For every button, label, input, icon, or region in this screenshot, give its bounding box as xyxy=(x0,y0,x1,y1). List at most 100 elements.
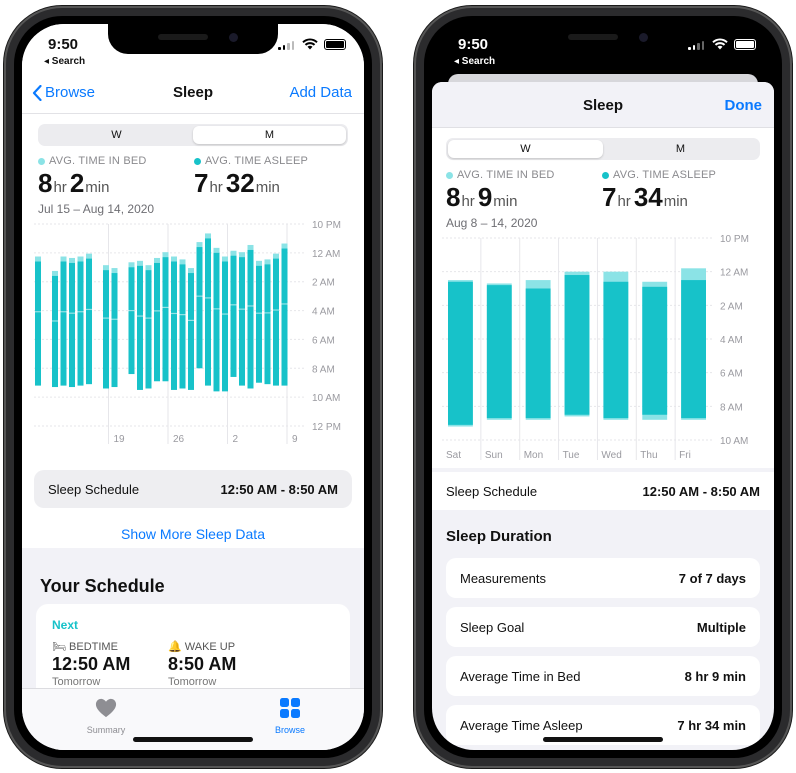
asleep-bar xyxy=(281,248,288,386)
phone-right: 9:50 ◂ Search Sleep Done W M AVG. TIME I… xyxy=(414,6,792,768)
show-more-sleep-data-link[interactable]: Show More Sleep Data xyxy=(22,526,364,542)
row-label: Average Time Asleep xyxy=(460,718,583,733)
asleep-legend-dot xyxy=(194,157,201,165)
your-schedule-heading: Your Schedule xyxy=(40,576,165,596)
tab-bar: Summary Browse xyxy=(22,688,364,750)
sleep-schedule-row[interactable]: Sleep Schedule 12:50 AM - 8:50 AM xyxy=(432,472,774,510)
asleep-bar xyxy=(77,261,84,386)
avg-asleep-label: AVG. TIME ASLEEP xyxy=(194,155,308,167)
x-tick-label: Mon xyxy=(524,450,543,461)
in-bed-legend-dot xyxy=(38,157,45,165)
awake-gap xyxy=(86,308,92,311)
awake-gap xyxy=(171,312,177,315)
wifi-icon xyxy=(302,38,318,50)
asleep-bar xyxy=(188,273,194,390)
wakeup-label: 🔔 WAKE UP xyxy=(168,641,236,653)
status-time: 9:50 xyxy=(458,36,489,53)
awake-gap xyxy=(137,315,143,317)
avg-asleep-value: 7hr 34min xyxy=(602,182,688,212)
y-tick-label: 6 AM xyxy=(720,369,743,380)
y-tick-label: 2 AM xyxy=(312,278,335,289)
asleep-bar xyxy=(103,270,109,389)
monthly-sleep-chart: 10 PM 12 AM 2 AM 4 AM 6 AM 8 AM 10 AM 12 PM 19 26… xyxy=(34,220,341,445)
awake-gap xyxy=(205,297,211,299)
segment-month[interactable]: M xyxy=(603,140,758,158)
weekly-sleep-chart: 10 PM 12 AM 2 AM 4 AM 6 AM 8 AM 10 AM Sat Sun Mon… xyxy=(442,234,749,461)
awake-gap xyxy=(196,295,203,297)
x-tick-label: Thu xyxy=(640,450,657,461)
sleep-sheet: Sleep Done W M AVG. TIME IN BED 8hr9min xyxy=(432,82,774,750)
asleep-bar xyxy=(247,249,254,389)
alarm-icon: 🔔 xyxy=(168,641,182,653)
avg-in-bed-value: 8hr 2min xyxy=(38,168,110,198)
asleep-bar xyxy=(69,262,75,388)
asleep-bar xyxy=(273,258,279,386)
avg-time-in-bed-row: Average Time in Bed 8 hr 9 min xyxy=(446,656,760,696)
tab-browse[interactable]: Browse xyxy=(250,697,330,735)
awake-gap xyxy=(179,314,186,316)
awake-gap xyxy=(128,309,135,312)
segment-week[interactable]: W xyxy=(40,126,193,144)
home-indicator[interactable] xyxy=(543,737,663,742)
y-tick-label: 2 AM xyxy=(720,301,743,312)
y-tick-label: 4 AM xyxy=(312,307,335,318)
row-value: 7 of 7 days xyxy=(678,571,746,586)
back-to-search-link[interactable]: ◂ Search xyxy=(454,56,495,67)
asleep-bar xyxy=(603,281,629,419)
row-value: Multiple xyxy=(696,620,746,635)
y-tick-label: 12 AM xyxy=(720,268,748,279)
battery-icon xyxy=(324,39,346,50)
asleep-bar xyxy=(256,265,262,383)
asleep-bar xyxy=(230,255,237,377)
row-label: Average Time in Bed xyxy=(460,669,581,684)
asleep-bar xyxy=(60,261,67,386)
y-tick-label: 8 AM xyxy=(720,402,743,413)
grid-icon xyxy=(280,698,300,718)
x-tick-label: Tue xyxy=(563,450,580,461)
tab-summary[interactable]: Summary xyxy=(66,697,146,735)
bedtime-label: 🛏 BEDTIME xyxy=(52,641,118,653)
awake-gap xyxy=(60,311,67,313)
home-indicator[interactable] xyxy=(133,737,253,742)
y-tick-label: 12 PM xyxy=(312,422,341,433)
row-label: Measurements xyxy=(460,571,546,586)
x-tick-label: Wed xyxy=(601,450,621,461)
asleep-bar xyxy=(239,257,245,386)
awake-gap xyxy=(273,309,279,311)
awake-gap xyxy=(281,303,288,305)
awake-gap xyxy=(77,311,84,313)
in-bed-legend-dot xyxy=(446,171,453,179)
awake-gap xyxy=(154,310,160,312)
avg-asleep-value: 7hr 32min xyxy=(194,168,280,198)
back-to-search-link[interactable]: ◂ Search xyxy=(44,56,85,67)
awake-gap xyxy=(222,313,228,315)
nav-bar: Browse Sleep Add Data xyxy=(22,68,364,114)
asleep-bar xyxy=(137,265,143,390)
avg-in-bed-value: 8hr 9min xyxy=(446,182,518,212)
asleep-bar xyxy=(171,261,177,390)
y-tick-label: 12 AM xyxy=(312,249,340,260)
asleep-bar xyxy=(681,280,706,419)
sleep-schedule-row[interactable]: Sleep Schedule 12:50 AM - 8:50 AM xyxy=(34,470,352,508)
screen-left: 9:50 ◂ Search Browse Sleep Add Data W M xyxy=(22,24,364,750)
sheet-header: Sleep Done xyxy=(432,82,774,128)
tab-browse-label: Browse xyxy=(274,725,305,735)
wakeup-value: 8:50 AM xyxy=(168,654,237,674)
asleep-bar xyxy=(86,258,92,385)
date-range: Aug 8 – 14, 2020 xyxy=(446,216,538,230)
awake-gap xyxy=(35,311,41,313)
segment-month[interactable]: M xyxy=(193,126,346,144)
add-data-button[interactable]: Add Data xyxy=(289,84,352,101)
avg-in-bed-label: AVG. TIME IN BED xyxy=(446,169,555,181)
awake-gap xyxy=(230,304,237,306)
asleep-bar xyxy=(213,252,220,392)
wifi-icon xyxy=(712,38,728,50)
x-tick-label: 19 xyxy=(114,434,126,445)
date-range: Jul 15 – Aug 14, 2020 xyxy=(38,202,155,216)
segment-week[interactable]: W xyxy=(448,140,603,158)
asleep-bar xyxy=(128,267,135,375)
x-tick-label: 26 xyxy=(173,434,185,445)
bedtime-day: Tomorrow xyxy=(52,676,101,688)
avg-in-bed-label: AVG. TIME IN BED xyxy=(38,155,147,167)
done-button[interactable]: Done xyxy=(725,97,763,114)
